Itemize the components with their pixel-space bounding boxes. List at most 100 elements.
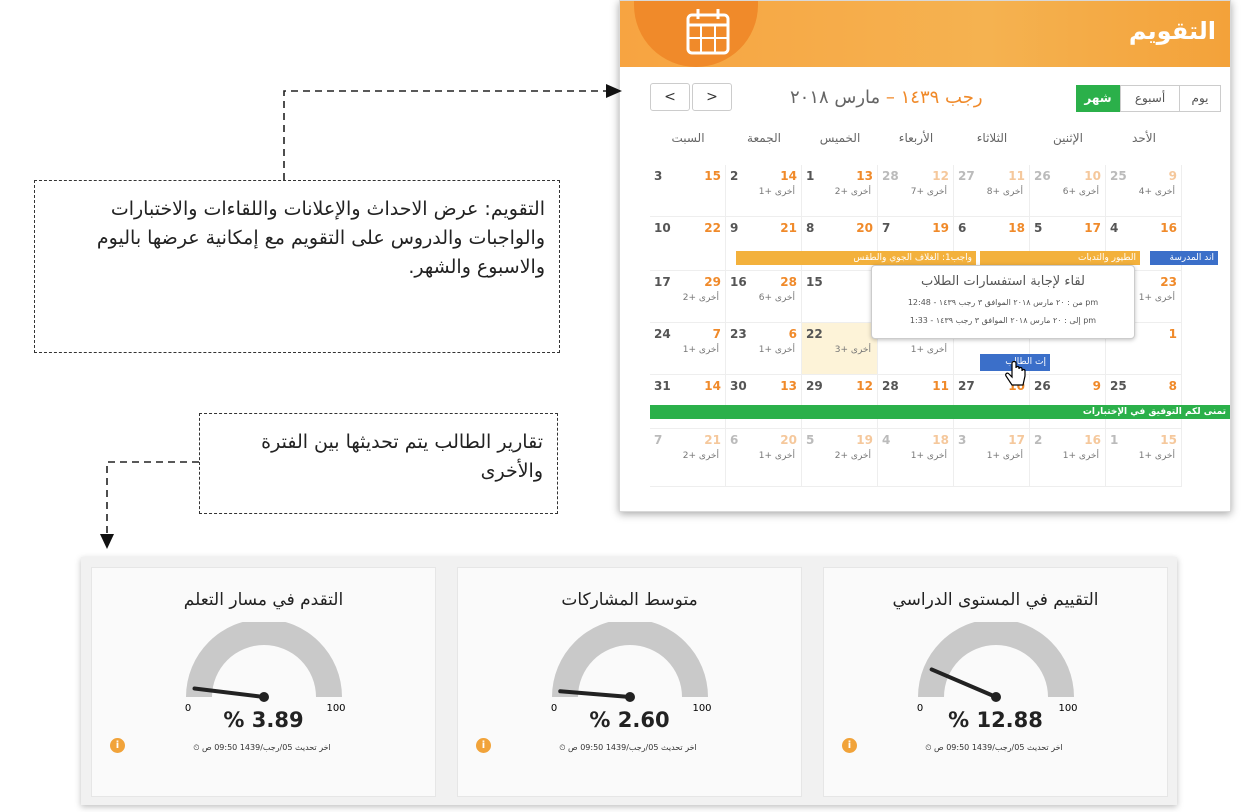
- more-events-link[interactable]: أخرى +6: [759, 293, 795, 303]
- day-number-gregorian: 10: [654, 221, 671, 235]
- report-value: % 2.60: [589, 708, 670, 732]
- report-title: التقييم في المستوى الدراسي: [892, 590, 1099, 610]
- day-cell[interactable]: 28 16 أخرى +6: [726, 271, 802, 323]
- more-events-link[interactable]: أخرى +3: [835, 345, 871, 355]
- more-events-link[interactable]: أخرى +1: [987, 451, 1023, 461]
- report-updated-text: اخر تحديث 05/رجب/1439 09:50 ص: [934, 743, 1063, 752]
- weekday-label: السبت: [671, 131, 705, 145]
- day-number-hijri: 19: [932, 221, 949, 235]
- day-number-hijri: 20: [856, 221, 873, 235]
- day-cell[interactable]: 13 30: [726, 375, 802, 429]
- report-value: % 12.88: [948, 708, 1043, 732]
- more-events-link[interactable]: أخرى +1: [911, 451, 947, 461]
- day-cell[interactable]: 13 1 أخرى +2: [802, 165, 878, 217]
- more-events-link[interactable]: أخرى +1: [759, 187, 795, 197]
- view-week-button[interactable]: أسبوع: [1120, 85, 1180, 112]
- day-cell[interactable]: 9 25 أخرى +4: [1106, 165, 1182, 217]
- day-number-gregorian: 26: [1034, 379, 1051, 393]
- event-exams[interactable]: تمنى لكم التوفيق في الإختبارات: [650, 405, 1230, 419]
- day-cell[interactable]: 17 3 أخرى +1: [954, 429, 1030, 487]
- more-events-link[interactable]: أخرى +2: [835, 451, 871, 461]
- day-number-hijri: 15: [704, 169, 721, 183]
- month-separator: –: [880, 87, 901, 108]
- day-number-hijri: 16: [1084, 433, 1101, 447]
- day-number-hijri: 11: [932, 379, 949, 393]
- view-day-button[interactable]: يوم: [1179, 85, 1221, 112]
- day-number-hijri: 28: [780, 275, 797, 289]
- day-cell[interactable]: 11 27 أخرى +8: [954, 165, 1030, 217]
- more-events-link[interactable]: أخرى +1: [1139, 293, 1175, 303]
- day-cell[interactable]: 15 1 أخرى +1: [1106, 429, 1182, 487]
- info-icon[interactable]: i: [842, 738, 857, 753]
- day-cell[interactable]: 14 2 أخرى +1: [726, 165, 802, 217]
- more-events-link[interactable]: أخرى +1: [759, 451, 795, 461]
- day-number-gregorian: 3: [654, 169, 663, 183]
- day-number-gregorian: 6: [958, 221, 967, 235]
- more-events-link[interactable]: أخرى +4: [1139, 187, 1175, 197]
- day-cell[interactable]: 21 7 أخرى +2: [650, 429, 726, 487]
- view-month-button[interactable]: شهر: [1076, 85, 1120, 112]
- day-cell[interactable]: 10 26 أخرى +6: [1030, 165, 1106, 217]
- more-events-link[interactable]: أخرى +2: [835, 187, 871, 197]
- day-number-gregorian: 26: [1034, 169, 1051, 183]
- more-events-link[interactable]: أخرى +1: [911, 345, 947, 355]
- day-cell[interactable]: 7 24 أخرى +1: [650, 323, 726, 375]
- gauge-chart: 0 100: [551, 622, 712, 714]
- weekday-label: الأحد: [1132, 131, 1156, 145]
- day-cell[interactable]: 9 26: [1030, 375, 1106, 429]
- day-cell[interactable]: 8 25: [1106, 375, 1182, 429]
- more-events-link[interactable]: أخرى +1: [1063, 451, 1099, 461]
- day-number-gregorian: 28: [882, 169, 899, 183]
- day-number-gregorian: 15: [806, 275, 823, 289]
- event-homework[interactable]: واجب1: الغلاف الجوي والطقس: [736, 251, 976, 265]
- day-number-hijri: 20: [780, 433, 797, 447]
- info-icon[interactable]: i: [110, 738, 125, 753]
- more-events-link[interactable]: أخرى +6: [1063, 187, 1099, 197]
- gauge-chart: 0 100: [185, 622, 346, 714]
- more-events-link[interactable]: أخرى +2: [683, 451, 719, 461]
- day-number-gregorian: 8: [806, 221, 815, 235]
- day-cell[interactable]: 12 28 أخرى +7: [878, 165, 954, 217]
- day-number-gregorian: 7: [882, 221, 891, 235]
- more-events-link[interactable]: أخرى +1: [759, 345, 795, 355]
- event-school[interactable]: اند المدرسة: [1150, 251, 1218, 265]
- day-cell[interactable]: 22 أخرى +3: [802, 323, 878, 375]
- day-cell[interactable]: 12 29: [802, 375, 878, 429]
- popup-from: من : ٢٠ مارس ٢٠١٨ الموافق ٣ رجب ١٤٣٩ - 1…: [907, 298, 1099, 307]
- weekday-label: الخميس: [819, 131, 861, 145]
- reports-callout-text: تقارير الطالب يتم تحديثها بين الفترة وال…: [261, 431, 543, 482]
- more-events-link[interactable]: أخرى +8: [987, 187, 1023, 197]
- day-cell[interactable]: 15: [802, 271, 878, 323]
- clock-icon: ⏲: [193, 743, 202, 752]
- day-number-gregorian: 23: [730, 327, 747, 341]
- day-cell[interactable]: 29 17 أخرى +2: [650, 271, 726, 323]
- day-number-gregorian: 6: [730, 433, 739, 447]
- day-cell[interactable]: 6 23 أخرى +1: [726, 323, 802, 375]
- day-number-hijri: 17: [1008, 433, 1025, 447]
- day-cell[interactable]: 14 31: [650, 375, 726, 429]
- next-button[interactable]: >: [692, 83, 732, 111]
- day-cell[interactable]: 15 3: [650, 165, 726, 217]
- more-events-link[interactable]: أخرى +2: [683, 293, 719, 303]
- day-cell[interactable]: 18 4 أخرى +1: [878, 429, 954, 487]
- day-cell[interactable]: 19 5 أخرى +2: [802, 429, 878, 487]
- more-events-link[interactable]: أخرى +1: [1139, 451, 1175, 461]
- day-number-gregorian: 3: [958, 433, 967, 447]
- popup-title: لقاء لإجابة استفسارات الطلاب: [921, 274, 1085, 289]
- day-cell[interactable]: 22 10: [650, 217, 726, 271]
- day-cell[interactable]: 11 28: [878, 375, 954, 429]
- prev-button[interactable]: <: [650, 83, 690, 111]
- gauge-track: [552, 622, 708, 697]
- day-number-gregorian: 22: [806, 327, 823, 341]
- more-events-link[interactable]: أخرى +1: [683, 345, 719, 355]
- day-cell[interactable]: 20 6 أخرى +1: [726, 429, 802, 487]
- more-events-link[interactable]: أخرى +7: [911, 187, 947, 197]
- day-number-gregorian: 16: [730, 275, 747, 289]
- day-number-hijri: 1: [1168, 327, 1177, 341]
- day-number-gregorian: 30: [730, 379, 747, 393]
- info-icon[interactable]: i: [476, 738, 491, 753]
- day-cell[interactable]: 16 2 أخرى +1: [1030, 429, 1106, 487]
- gauge-chart: 0 100: [917, 622, 1078, 714]
- event-birds[interactable]: الطيور والتدبات: [980, 251, 1140, 265]
- report-updated: ⏲ اخر تحديث 05/رجب/1439 09:50 ص: [498, 743, 758, 753]
